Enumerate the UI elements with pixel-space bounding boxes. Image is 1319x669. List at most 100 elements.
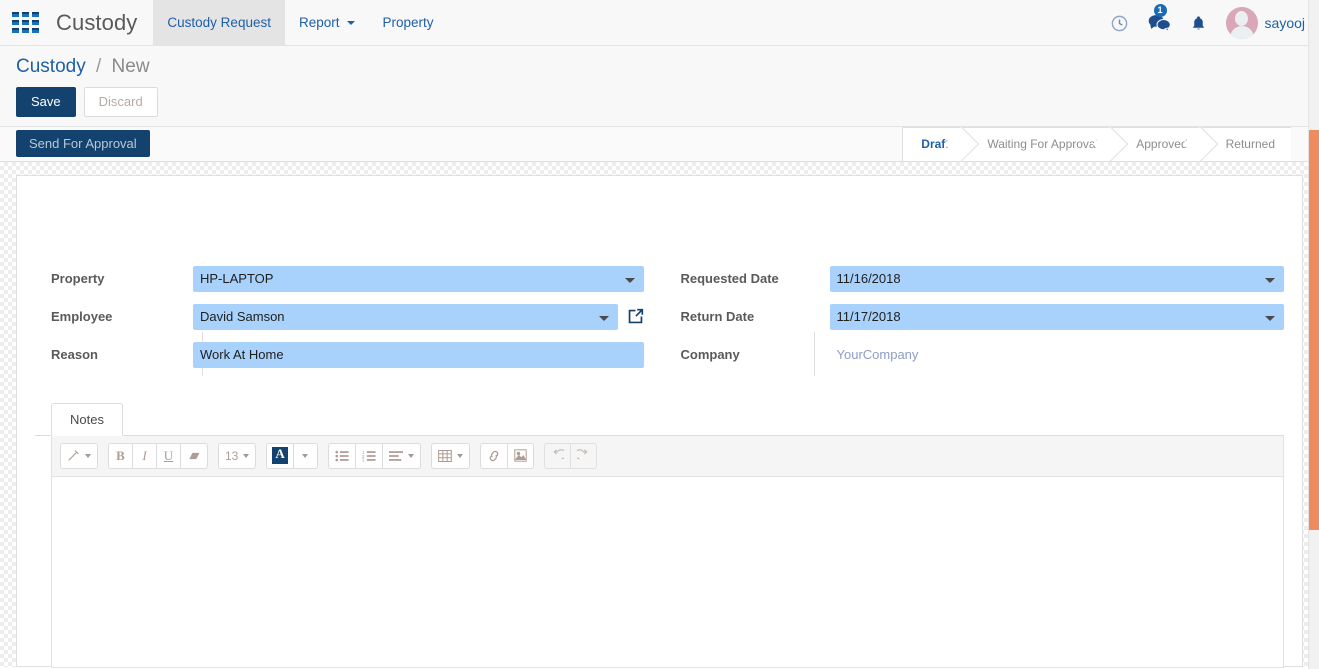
italic-button[interactable]: I bbox=[132, 442, 157, 469]
save-button[interactable]: Save bbox=[16, 86, 76, 117]
brand-title[interactable]: Custody bbox=[46, 0, 153, 46]
chevron-down-icon bbox=[346, 20, 355, 25]
notes-editor-body[interactable] bbox=[52, 476, 1283, 667]
status-waiting-for-approval[interactable]: Waiting For Approval bbox=[965, 126, 1115, 161]
breadcrumb-current: New bbox=[111, 56, 150, 77]
menu-item-label: Property bbox=[382, 15, 434, 30]
field-row-return-date: Return Date bbox=[678, 303, 1284, 330]
font-size-dropdown[interactable]: 13 bbox=[218, 442, 257, 469]
discard-button[interactable]: Discard bbox=[83, 86, 158, 117]
reason-label: Reason bbox=[51, 347, 98, 363]
table-dropdown[interactable] bbox=[430, 442, 470, 469]
bold-button[interactable]: B bbox=[108, 442, 133, 469]
field-row-requested-date: Requested Date bbox=[678, 265, 1284, 292]
status-draft[interactable]: Draft bbox=[902, 126, 966, 161]
requested-date-input[interactable] bbox=[829, 265, 1284, 292]
notebook-tabs: Notes bbox=[35, 402, 1284, 436]
menu-item-property[interactable]: Property bbox=[369, 0, 448, 46]
menu-item-label: Report bbox=[298, 15, 340, 30]
status-row: Send For Approval Draft Waiting For Appr… bbox=[0, 126, 1319, 162]
chevron-down-icon bbox=[243, 453, 250, 458]
bold-glyph: B bbox=[116, 447, 125, 463]
company-label: Company bbox=[680, 347, 740, 363]
chevron-down-icon bbox=[456, 453, 463, 458]
column-divider bbox=[813, 331, 815, 376]
vertical-scrollbar-thumb[interactable] bbox=[1309, 130, 1319, 530]
field-row-employee: Employee bbox=[35, 303, 644, 330]
clock-icon[interactable] bbox=[1110, 14, 1129, 33]
content-area: Property Employee bbox=[0, 162, 1319, 668]
toolbar-group-format: B I U bbox=[108, 442, 208, 469]
reason-input[interactable] bbox=[193, 341, 644, 368]
unordered-list-icon[interactable] bbox=[327, 442, 356, 469]
apps-grid-icon[interactable] bbox=[10, 12, 40, 34]
font-color-button[interactable]: A bbox=[266, 442, 294, 469]
editor-toolbar: B I U 13 A 1 2 3 bbox=[52, 435, 1283, 477]
style-wand-icon[interactable] bbox=[60, 442, 98, 469]
undo-icon[interactable] bbox=[543, 442, 571, 469]
field-row-company: Company YourCompany bbox=[678, 342, 1285, 368]
form-column-left: Property Employee bbox=[35, 265, 660, 380]
employee-label: Employee bbox=[51, 309, 113, 325]
username-label[interactable]: sayooj bbox=[1265, 15, 1305, 31]
chevron-down-icon bbox=[407, 453, 414, 458]
return-date-label: Return Date bbox=[680, 309, 755, 325]
menu-item-custody-request[interactable]: Custody Request bbox=[153, 0, 285, 46]
return-date-input[interactable] bbox=[829, 303, 1284, 330]
chevron-down-icon bbox=[302, 453, 309, 458]
link-icon[interactable] bbox=[479, 442, 508, 469]
font-size-value: 13 bbox=[225, 448, 239, 463]
status-bar: Draft Waiting For Approval Approved Retu… bbox=[902, 126, 1291, 161]
action-buttons: Save Discard bbox=[16, 86, 1319, 117]
property-label: Property bbox=[51, 271, 105, 287]
underline-glyph: U bbox=[163, 447, 174, 463]
messages-icon[interactable]: 1 bbox=[1147, 4, 1172, 33]
font-color-dropdown[interactable] bbox=[292, 442, 318, 469]
status-label: Returned bbox=[1225, 137, 1275, 152]
chevron-down-icon bbox=[85, 453, 91, 458]
status-label: Waiting For Approval bbox=[987, 137, 1099, 152]
property-input[interactable] bbox=[193, 265, 644, 292]
form-column-right: Requested Date Return Date Company bbox=[660, 265, 1285, 380]
form-grid: Property Employee bbox=[35, 200, 1284, 380]
clear-format-icon[interactable] bbox=[180, 442, 208, 469]
control-panel: Custody / New Save Discard bbox=[0, 46, 1319, 127]
toolbar-group-fontsize: 13 bbox=[218, 442, 257, 469]
ordered-list-icon[interactable]: 1 2 3 bbox=[354, 442, 383, 469]
requested-date-label: Requested Date bbox=[680, 271, 779, 287]
toolbar-group-lists: 1 2 3 bbox=[327, 442, 421, 469]
employee-input[interactable] bbox=[193, 303, 618, 330]
tab-label: Notes bbox=[70, 411, 104, 427]
menu-item-label: Custody Request bbox=[167, 15, 271, 30]
vertical-scrollbar[interactable] bbox=[1308, 0, 1319, 669]
redo-icon[interactable] bbox=[569, 442, 597, 469]
toolbar-group-fontcolor: A bbox=[266, 442, 318, 469]
avatar[interactable] bbox=[1225, 7, 1258, 39]
underline-button[interactable]: U bbox=[156, 442, 181, 469]
top-navbar: Custody Custody Request Report Property bbox=[0, 0, 1319, 46]
toolbar-group-history bbox=[543, 442, 597, 469]
send-for-approval-button[interactable]: Send For Approval bbox=[16, 130, 150, 158]
bell-icon[interactable] bbox=[1190, 14, 1207, 33]
status-label: Approved bbox=[1136, 137, 1188, 152]
main-menu: Custody Request Report Property bbox=[153, 0, 447, 46]
image-icon[interactable] bbox=[506, 442, 534, 469]
external-link-icon[interactable] bbox=[627, 308, 644, 325]
notes-editor: B I U 13 A 1 2 3 bbox=[51, 435, 1284, 668]
toolbar-group-insert bbox=[479, 442, 534, 469]
tab-notes[interactable]: Notes bbox=[51, 402, 123, 436]
notebook: Notes B I U 13 A 1 2 3 bbox=[35, 402, 1284, 668]
svg-text:3: 3 bbox=[362, 458, 365, 462]
toolbar-group-table bbox=[430, 442, 470, 469]
font-color-glyph: A bbox=[272, 447, 288, 465]
align-dropdown[interactable] bbox=[381, 442, 421, 469]
field-row-property: Property bbox=[35, 265, 644, 292]
navbar-right-tools: 1 sayooj bbox=[1101, 0, 1311, 46]
breadcrumb: Custody / New bbox=[16, 56, 1319, 78]
messages-badge: 1 bbox=[1153, 4, 1167, 17]
breadcrumb-root[interactable]: Custody bbox=[16, 56, 86, 77]
toolbar-group-style bbox=[60, 442, 98, 469]
menu-item-report[interactable]: Report bbox=[285, 0, 369, 46]
form-sheet: Property Employee bbox=[16, 174, 1303, 668]
breadcrumb-separator: / bbox=[95, 56, 102, 77]
